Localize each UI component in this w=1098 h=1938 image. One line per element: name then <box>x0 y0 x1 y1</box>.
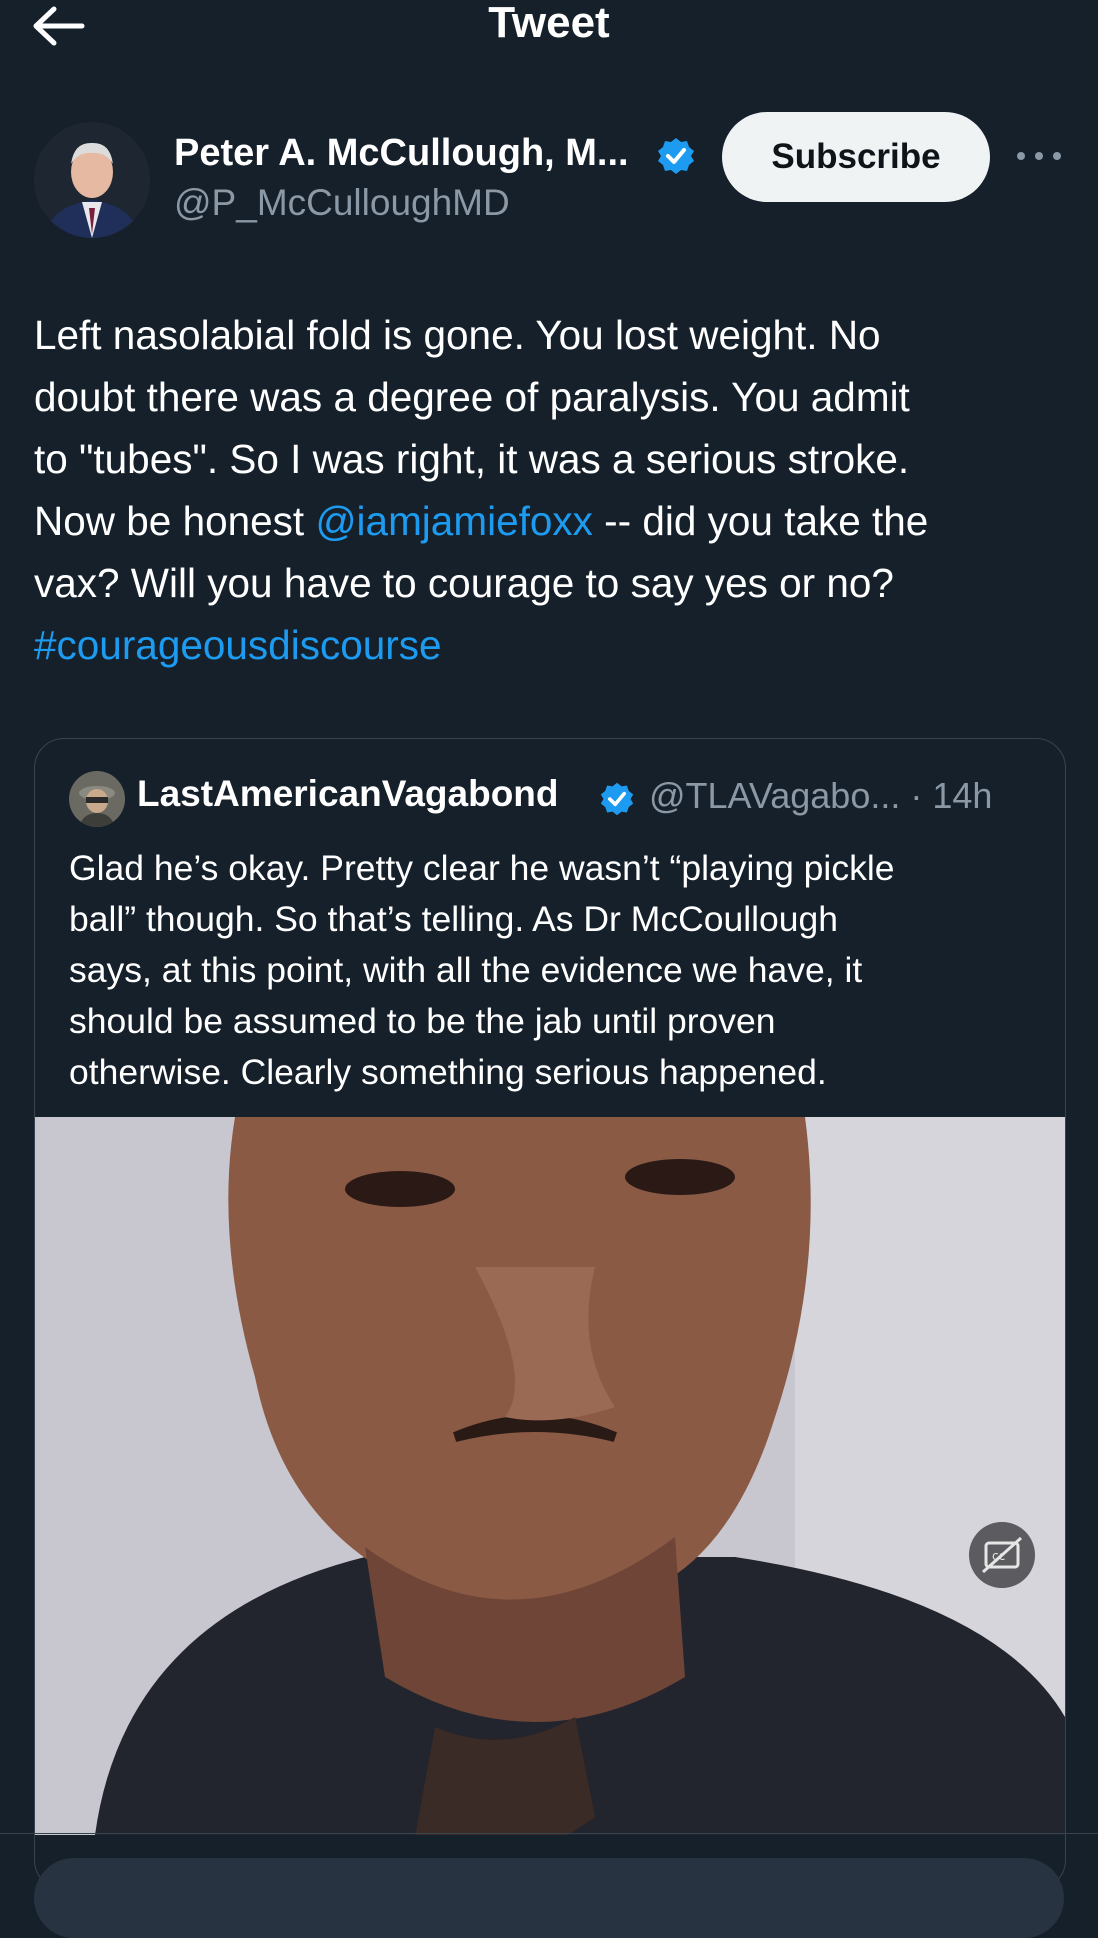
quote-line: should be assumed to be the jab until pr… <box>69 1001 776 1041</box>
tweet-line-text: -- did you take the <box>592 498 929 544</box>
tweet-line: to "tubes". So I was right, it was a ser… <box>34 436 910 482</box>
quote-line: otherwise. Clearly something serious hap… <box>69 1052 827 1092</box>
page-title: Tweet <box>488 0 610 47</box>
author-handle: @P_McCulloughMD <box>174 182 510 223</box>
closed-captions-icon[interactable]: cc <box>969 1522 1035 1588</box>
mention-link[interactable]: @iamjamiefoxx <box>315 498 592 544</box>
quote-line: Glad he’s okay. Pretty clear he wasn’t “… <box>69 848 895 888</box>
tweet-line: Left nasolabial fold is gone. You lost w… <box>34 312 881 358</box>
quote-text: Glad he’s okay. Pretty clear he wasn’t “… <box>69 843 1049 1098</box>
author-name[interactable]: Peter A. McCullough, M... <box>174 132 629 175</box>
quote-author-name: LastAmericanVagabond <box>137 773 559 814</box>
more-options-icon[interactable] <box>1014 136 1064 176</box>
tweet-line-text: Now be honest <box>34 498 316 544</box>
top-bar: Tweet <box>0 0 1098 60</box>
tweet-line: vax? Will you have to courage to say yes… <box>34 560 894 606</box>
quote-handle-time: @TLAVagabo... · 14h <box>649 775 993 816</box>
video-player[interactable]: cc <box>35 1117 1065 1835</box>
hashtag-link[interactable]: #courageousdiscourse <box>34 614 1074 676</box>
verified-badge-icon <box>600 782 634 816</box>
verified-badge-icon <box>658 138 694 174</box>
video-frame <box>35 1117 1065 1835</box>
tweet-line: Now be honest @iamjamiefoxx -- did you t… <box>34 490 1074 552</box>
quote-avatar <box>69 771 125 827</box>
subscribe-button[interactable]: Subscribe <box>722 112 990 202</box>
svg-text:cc: cc <box>992 1549 1005 1563</box>
quote-line: ball” though. So that’s telling. As Dr M… <box>69 899 838 939</box>
author-avatar[interactable] <box>34 122 150 238</box>
tweet-text: Left nasolabial fold is gone. You lost w… <box>34 304 1074 676</box>
quoted-tweet[interactable]: LastAmericanVagabond @TLAVagabo... · 14h… <box>34 738 1066 1890</box>
tweet-line: doubt there was a degree of paralysis. Y… <box>34 374 910 420</box>
divider <box>0 1833 1098 1834</box>
reply-input-bar[interactable] <box>34 1858 1064 1938</box>
quote-line: says, at this point, with all the eviden… <box>69 950 863 990</box>
